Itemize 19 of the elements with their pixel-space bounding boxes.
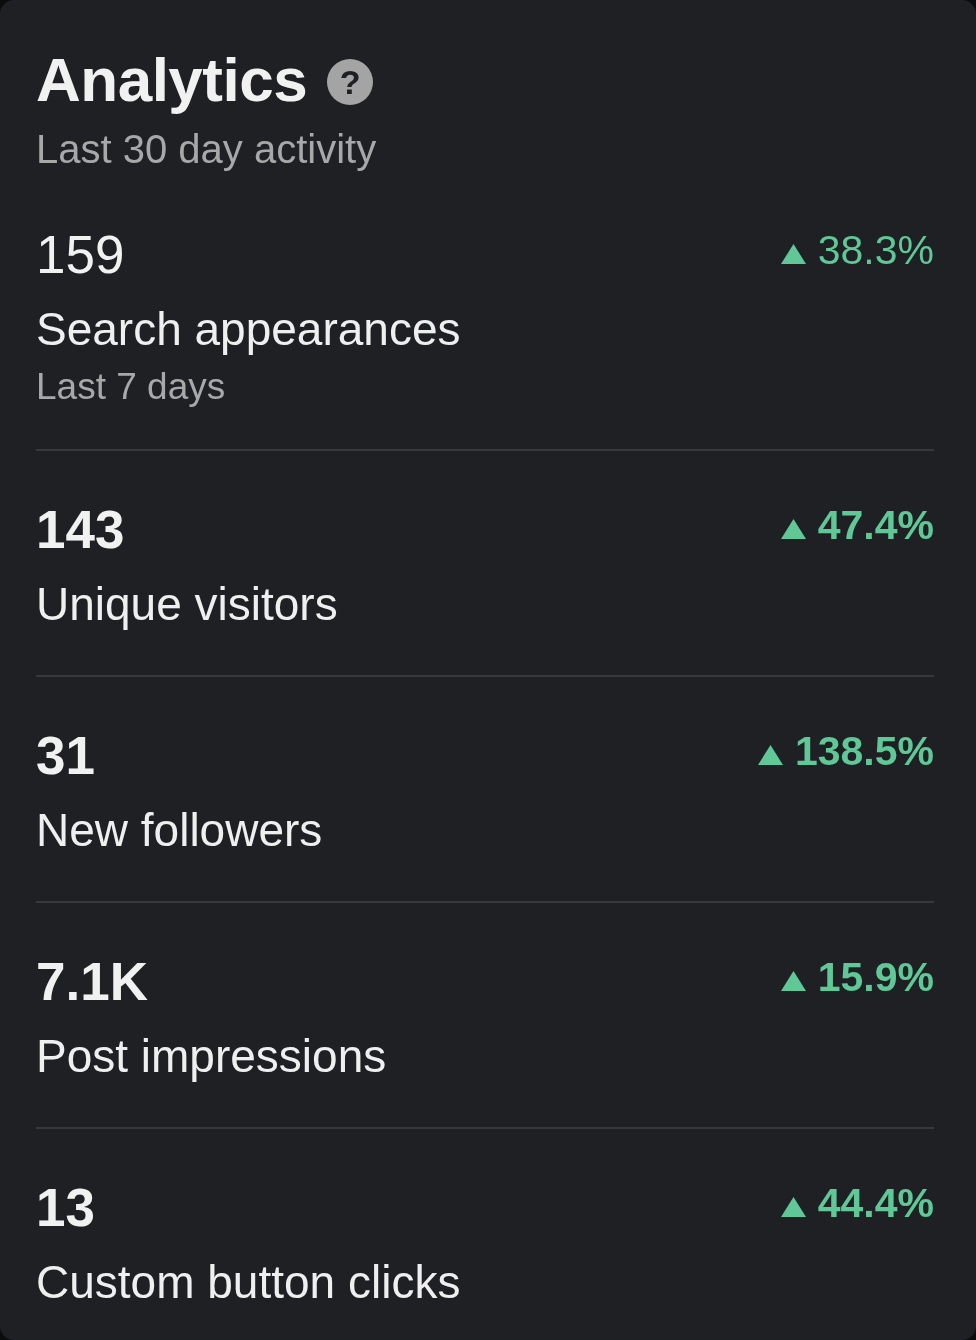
metric-value: 31 <box>36 725 95 787</box>
metric-label: Post impressions <box>36 1029 388 1084</box>
help-icon[interactable]: ? <box>327 59 374 105</box>
metric-label: New followers <box>36 803 324 858</box>
change-percent: 138.5% <box>794 727 934 776</box>
metric-value: 13 <box>36 1177 95 1239</box>
card-subtitle: Last 30 day activity <box>36 126 378 173</box>
metric-value: 159 <box>36 224 125 286</box>
change-percent: 15.9% <box>817 953 934 1002</box>
metric-period: Last 7 days <box>36 365 227 409</box>
metric-value: 143 <box>36 499 125 561</box>
change-percent: 38.3% <box>817 226 934 275</box>
metric-value: 7.1K <box>36 951 148 1013</box>
change-percent: 47.4% <box>817 501 934 550</box>
change-percent: 44.4% <box>817 1179 934 1228</box>
metric-label: Search appearances <box>36 302 462 357</box>
metric-label: Custom button clicks <box>36 1255 462 1310</box>
metric-label: Unique visitors <box>36 577 339 632</box>
card-title: Analytics <box>36 44 308 116</box>
